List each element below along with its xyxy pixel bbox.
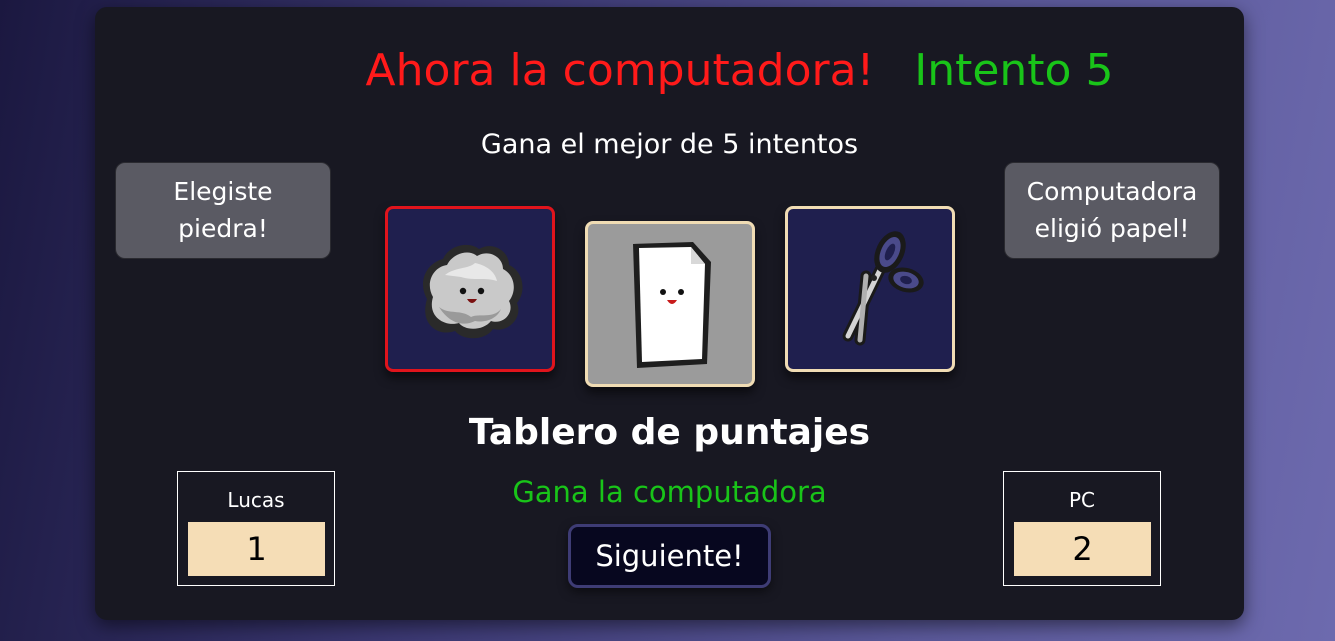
- computer-name: PC: [1068, 488, 1096, 512]
- paper-icon: [633, 242, 711, 368]
- turn-header: Ahora la computadora! Intento 5: [95, 45, 1244, 96]
- paper-option[interactable]: [585, 221, 755, 387]
- computer-score: 2: [1014, 522, 1151, 576]
- player-score-card: Lucas 1: [177, 471, 335, 586]
- attempt-counter: Intento 5: [914, 45, 1114, 96]
- scoreboard-title: Tablero de puntajes: [468, 412, 871, 453]
- player-score: 1: [188, 522, 325, 576]
- turn-title: Ahora la computadora!: [365, 45, 875, 96]
- player-choice-text: Elegiste piedra!: [173, 177, 273, 243]
- player-choice-box: Elegiste piedra!: [115, 162, 331, 259]
- scissors-icon: [842, 231, 924, 346]
- computer-choice-box: Computadora eligió papel!: [1004, 162, 1220, 259]
- rock-icon: [422, 244, 523, 339]
- rock-option[interactable]: [385, 206, 555, 372]
- rules-subtitle: Gana el mejor de 5 intentos: [480, 129, 859, 160]
- scissors-option[interactable]: [785, 206, 955, 372]
- next-button[interactable]: Siguiente!: [568, 524, 771, 588]
- computer-choice-text: Computadora eligió papel!: [1026, 177, 1198, 243]
- computer-score-card: PC 2: [1003, 471, 1161, 586]
- player-name: Lucas: [227, 488, 285, 512]
- game-panel: Ahora la computadora! Intento 5 Gana el m…: [95, 7, 1244, 620]
